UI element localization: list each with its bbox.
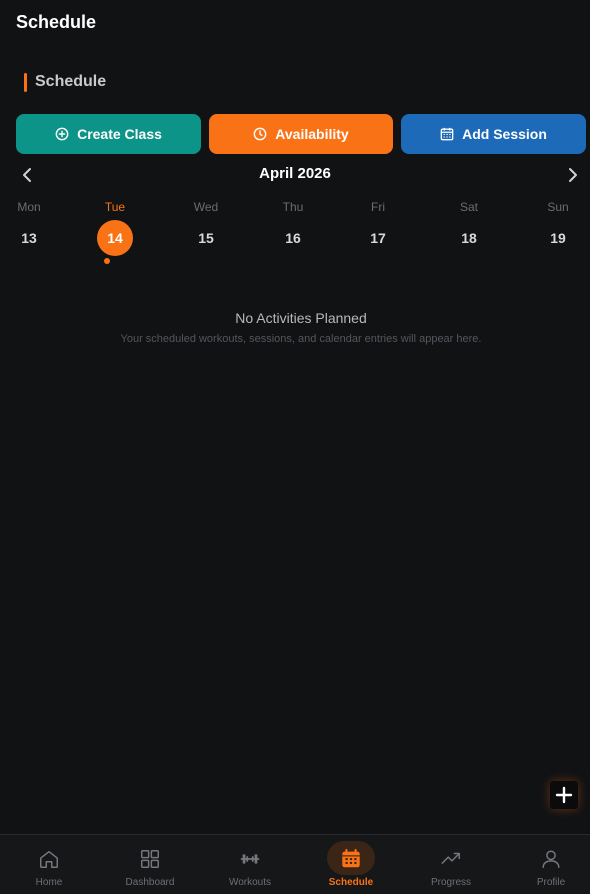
month-label: April 2026 (259, 165, 331, 182)
add-session-label: Add Session (462, 126, 547, 142)
day-number: 18 (461, 230, 477, 246)
day-name: Wed (193, 200, 219, 214)
day-wed[interactable]: Wed 15 (176, 198, 236, 268)
chevron-right-icon (569, 168, 577, 182)
trend-up-icon (439, 847, 463, 871)
day-number-selected: 14 (97, 220, 133, 256)
nav-label: Home (35, 877, 63, 888)
day-sun[interactable]: Sun 19 (528, 198, 588, 268)
user-icon (539, 847, 563, 871)
nav-label: Schedule (328, 877, 374, 888)
add-fab-button[interactable] (550, 781, 578, 809)
next-week-button[interactable] (564, 164, 582, 186)
nav-workouts[interactable]: Workouts (201, 835, 299, 894)
nav-profile[interactable]: Profile (502, 835, 590, 894)
page-title: Schedule (16, 12, 97, 32)
day-thu[interactable]: Thu 16 (263, 198, 323, 268)
day-number: 19 (550, 230, 566, 246)
day-name: Fri (371, 200, 385, 214)
day-name: Tue (104, 200, 126, 214)
day-name: Thu (282, 200, 304, 214)
add-session-button[interactable]: Add Session (401, 114, 586, 154)
day-name: Mon (17, 200, 41, 214)
nav-dashboard[interactable]: Dashboard (101, 835, 199, 894)
section-header: Schedule (24, 72, 106, 92)
empty-state-subtitle: Your scheduled workouts, sessions, and c… (120, 333, 482, 345)
section-accent-bar (24, 72, 27, 92)
day-number: 16 (285, 230, 301, 246)
nav-label: Progress (430, 877, 471, 888)
nav-label: Dashboard (125, 877, 175, 888)
day-sat[interactable]: Sat 18 (439, 198, 499, 268)
nav-home[interactable]: Home (0, 835, 98, 894)
day-number: 17 (370, 230, 386, 246)
day-fri[interactable]: Fri 17 (348, 198, 408, 268)
clock-icon (253, 127, 267, 141)
home-icon (37, 847, 61, 871)
availability-button[interactable]: Availability (209, 114, 393, 154)
availability-label: Availability (275, 126, 349, 142)
create-class-label: Create Class (77, 126, 162, 142)
nav-label: Workouts (228, 877, 272, 888)
day-number: 13 (21, 230, 37, 246)
day-number: 15 (198, 230, 214, 246)
week-strip: Mon 13 Tue 14 Wed 15 Thu 16 Fri 17 Sat 1… (0, 198, 590, 268)
day-mon[interactable]: Mon 13 (0, 198, 59, 268)
empty-state-title: No Activities Planned (235, 310, 367, 326)
create-class-button[interactable]: Create Class (16, 114, 201, 154)
action-buttons: Create Class Availability Add Session (16, 114, 586, 154)
nav-progress[interactable]: Progress (402, 835, 500, 894)
event-dot (104, 258, 110, 264)
plus-icon (555, 786, 573, 804)
nav-label: Profile (536, 877, 566, 888)
dumbbell-icon (238, 847, 262, 871)
section-title: Schedule (35, 73, 107, 90)
nav-schedule[interactable]: Schedule (302, 835, 400, 894)
grid-icon (138, 847, 162, 871)
app-root: Schedule Schedule Create Class Availabil… (0, 0, 590, 894)
day-tue[interactable]: Tue 14 (85, 198, 145, 268)
calendar-icon (339, 847, 363, 871)
calendar-grid-icon (440, 127, 454, 141)
day-name: Sat (459, 200, 478, 214)
empty-state: No Activities Planned Your scheduled wor… (0, 310, 590, 345)
bottom-navigation: Home Dashboard Workouts Schedule Progres… (0, 834, 590, 894)
month-navigator: April 2026 (0, 160, 590, 190)
plus-circle-icon (55, 127, 69, 141)
day-name: Sun (547, 200, 569, 214)
